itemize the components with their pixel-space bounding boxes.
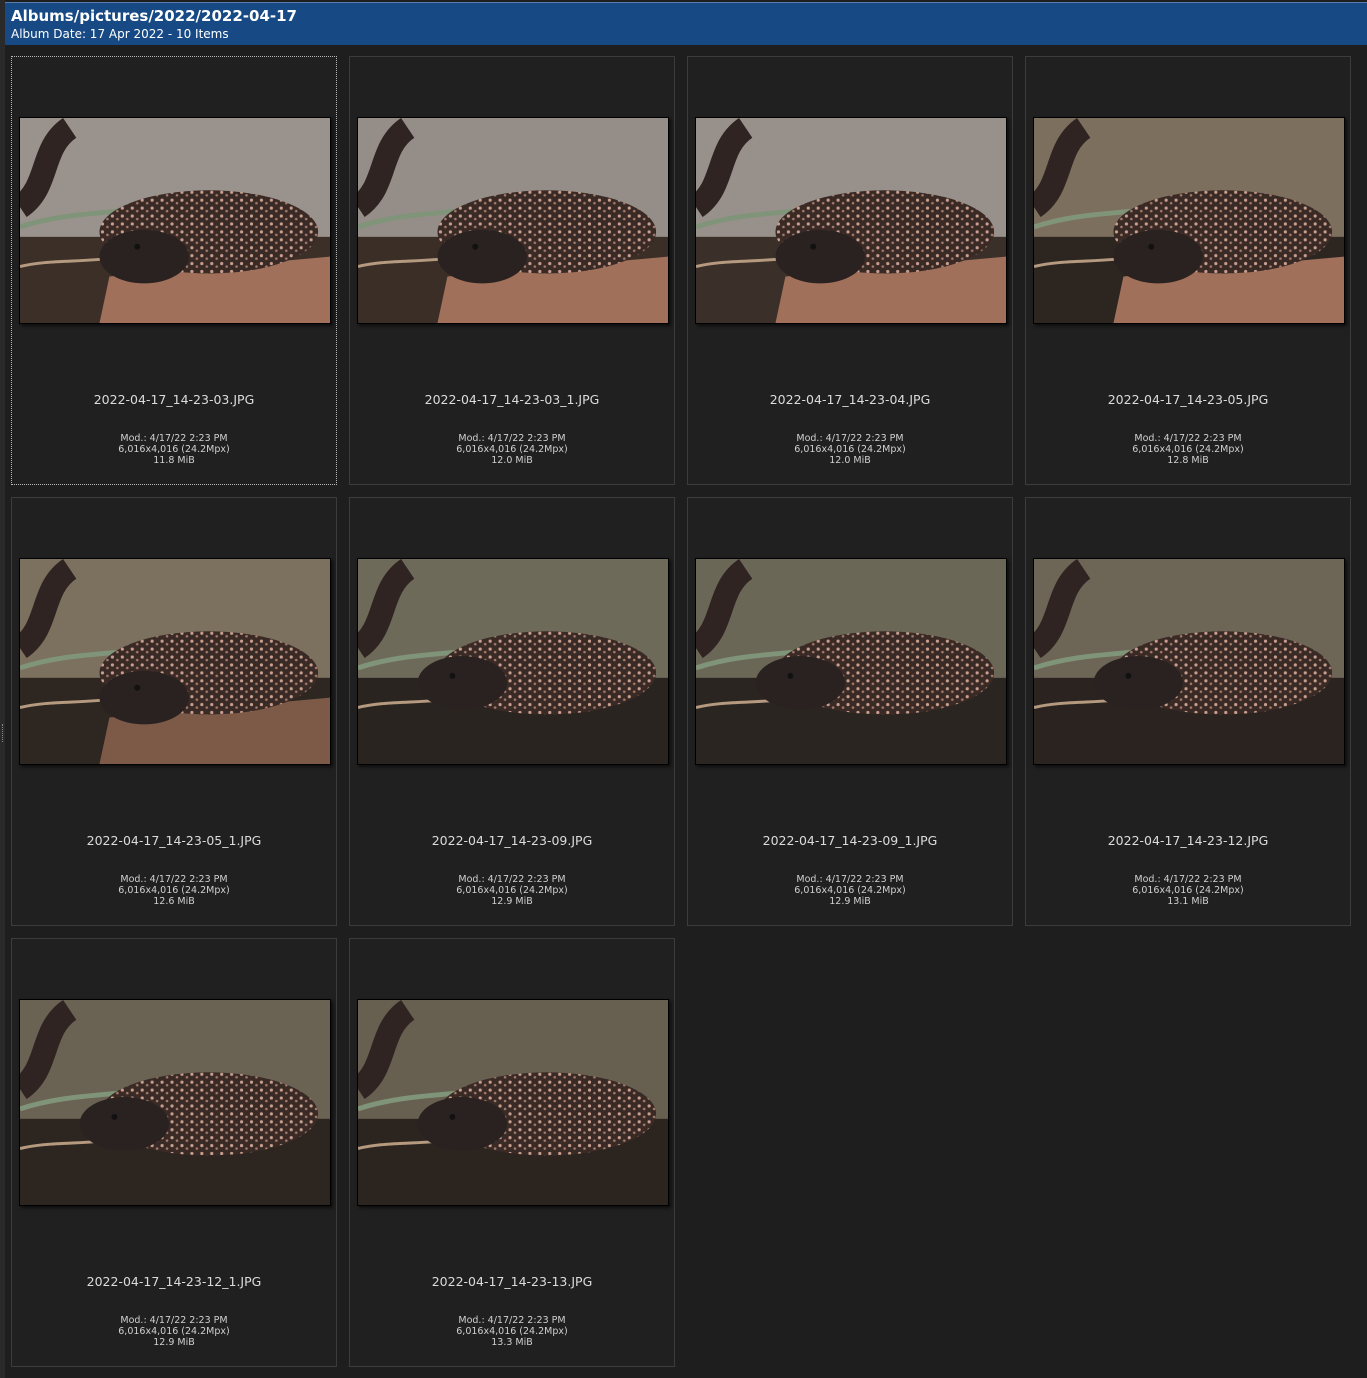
gila-monster-photo-icon [696,118,1006,323]
thumbnail-grid: 2022-04-17_14-23-03.JPG Mod.: 4/17/22 2:… [11,56,1354,1370]
thumbnail-filename: 2022-04-17_14-23-05.JPG [1107,392,1269,407]
image-dimensions: 6,016x4,016 (24.2Mpx) [1132,885,1244,896]
splitter-handle[interactable] [2,724,4,742]
gila-monster-photo-icon [20,1000,330,1205]
file-size: 11.8 MiB [153,455,195,466]
image-dimensions: 6,016x4,016 (24.2Mpx) [118,444,230,455]
modified-date: Mod.: 4/17/22 2:23 PM [120,433,228,444]
modified-date: Mod.: 4/17/22 2:23 PM [120,874,228,885]
modified-date: Mod.: 4/17/22 2:23 PM [1134,433,1242,444]
modified-date: Mod.: 4/17/22 2:23 PM [458,433,566,444]
thumbnail-metadata: Mod.: 4/17/22 2:23 PM 6,016x4,016 (24.2M… [12,433,336,466]
thumbnail-filename: 2022-04-17_14-23-12.JPG [1107,833,1269,848]
photo-thumbnail[interactable] [357,558,669,765]
modified-date: Mod.: 4/17/22 2:23 PM [120,1315,228,1326]
image-dimensions: 6,016x4,016 (24.2Mpx) [794,885,906,896]
modified-date: Mod.: 4/17/22 2:23 PM [1134,874,1242,885]
photo-thumbnail[interactable] [357,999,669,1206]
thumbnail-item[interactable]: 2022-04-17_14-23-05_1.JPG Mod.: 4/17/22 … [11,497,337,926]
image-dimensions: 6,016x4,016 (24.2Mpx) [456,885,568,896]
file-size: 13.1 MiB [1167,896,1209,907]
thumbnail-item[interactable]: 2022-04-17_14-23-09.JPG Mod.: 4/17/22 2:… [349,497,675,926]
thumbnail-metadata: Mod.: 4/17/22 2:23 PM 6,016x4,016 (24.2M… [1026,874,1350,907]
image-dimensions: 6,016x4,016 (24.2Mpx) [794,444,906,455]
album-header: Albums/pictures/2022/2022-04-17 Album Da… [5,2,1367,45]
thumbnail-metadata: Mod.: 4/17/22 2:23 PM 6,016x4,016 (24.2M… [350,874,674,907]
photo-thumbnail[interactable] [357,117,669,324]
thumbnail-item[interactable]: 2022-04-17_14-23-09_1.JPG Mod.: 4/17/22 … [687,497,1013,926]
album-date-subtitle: Album Date: 17 Apr 2022 - 10 Items [11,27,229,41]
modified-date: Mod.: 4/17/22 2:23 PM [796,433,904,444]
gila-monster-photo-icon [358,559,668,764]
thumbnail-metadata: Mod.: 4/17/22 2:23 PM 6,016x4,016 (24.2M… [1026,433,1350,466]
thumbnail-metadata: Mod.: 4/17/22 2:23 PM 6,016x4,016 (24.2M… [350,1315,674,1348]
file-size: 12.9 MiB [153,1337,195,1348]
photo-thumbnail[interactable] [19,999,331,1206]
album-path-title: Albums/pictures/2022/2022-04-17 [11,7,297,25]
image-dimensions: 6,016x4,016 (24.2Mpx) [456,1326,568,1337]
thumbnail-item[interactable]: 2022-04-17_14-23-03.JPG Mod.: 4/17/22 2:… [11,56,337,485]
file-size: 12.0 MiB [491,455,533,466]
thumbnail-item[interactable]: 2022-04-17_14-23-13.JPG Mod.: 4/17/22 2:… [349,938,675,1367]
file-size: 12.9 MiB [829,896,871,907]
thumbnail-item[interactable]: 2022-04-17_14-23-12_1.JPG Mod.: 4/17/22 … [11,938,337,1367]
file-size: 13.3 MiB [491,1337,533,1348]
photo-thumbnail[interactable] [1033,117,1345,324]
thumbnail-filename: 2022-04-17_14-23-05_1.JPG [86,833,262,848]
image-dimensions: 6,016x4,016 (24.2Mpx) [1132,444,1244,455]
gila-monster-photo-icon [358,1000,668,1205]
thumbnail-filename: 2022-04-17_14-23-13.JPG [431,1274,593,1289]
gila-monster-photo-icon [358,118,668,323]
gila-monster-photo-icon [1034,118,1344,323]
gila-monster-photo-icon [1034,559,1344,764]
thumbnail-metadata: Mod.: 4/17/22 2:23 PM 6,016x4,016 (24.2M… [12,1315,336,1348]
photo-thumbnail[interactable] [19,117,331,324]
file-size: 12.8 MiB [1167,455,1209,466]
photo-thumbnail[interactable] [695,558,1007,765]
file-size: 12.6 MiB [153,896,195,907]
thumbnail-filename: 2022-04-17_14-23-09_1.JPG [762,833,938,848]
file-size: 12.0 MiB [829,455,871,466]
thumbnail-item[interactable]: 2022-04-17_14-23-04.JPG Mod.: 4/17/22 2:… [687,56,1013,485]
thumbnail-filename: 2022-04-17_14-23-04.JPG [769,392,931,407]
file-size: 12.9 MiB [491,896,533,907]
thumbnail-item[interactable]: 2022-04-17_14-23-12.JPG Mod.: 4/17/22 2:… [1025,497,1351,926]
image-dimensions: 6,016x4,016 (24.2Mpx) [118,1326,230,1337]
thumbnail-item[interactable]: 2022-04-17_14-23-03_1.JPG Mod.: 4/17/22 … [349,56,675,485]
thumbnail-filename: 2022-04-17_14-23-12_1.JPG [86,1274,262,1289]
thumbnail-metadata: Mod.: 4/17/22 2:23 PM 6,016x4,016 (24.2M… [12,874,336,907]
modified-date: Mod.: 4/17/22 2:23 PM [458,874,566,885]
image-dimensions: 6,016x4,016 (24.2Mpx) [118,885,230,896]
left-panel-edge [0,0,5,1378]
modified-date: Mod.: 4/17/22 2:23 PM [458,1315,566,1326]
thumbnail-metadata: Mod.: 4/17/22 2:23 PM 6,016x4,016 (24.2M… [688,433,1012,466]
gila-monster-photo-icon [696,559,1006,764]
album-view-window: Albums/pictures/2022/2022-04-17 Album Da… [0,0,1367,1378]
gila-monster-photo-icon [20,559,330,764]
thumbnail-filename: 2022-04-17_14-23-03.JPG [93,392,255,407]
thumbnail-filename: 2022-04-17_14-23-03_1.JPG [424,392,600,407]
modified-date: Mod.: 4/17/22 2:23 PM [796,874,904,885]
photo-thumbnail[interactable] [695,117,1007,324]
gila-monster-photo-icon [20,118,330,323]
thumbnail-item[interactable]: 2022-04-17_14-23-05.JPG Mod.: 4/17/22 2:… [1025,56,1351,485]
photo-thumbnail[interactable] [1033,558,1345,765]
thumbnail-filename: 2022-04-17_14-23-09.JPG [431,833,593,848]
image-dimensions: 6,016x4,016 (24.2Mpx) [456,444,568,455]
photo-thumbnail[interactable] [19,558,331,765]
thumbnail-metadata: Mod.: 4/17/22 2:23 PM 6,016x4,016 (24.2M… [688,874,1012,907]
thumbnail-metadata: Mod.: 4/17/22 2:23 PM 6,016x4,016 (24.2M… [350,433,674,466]
